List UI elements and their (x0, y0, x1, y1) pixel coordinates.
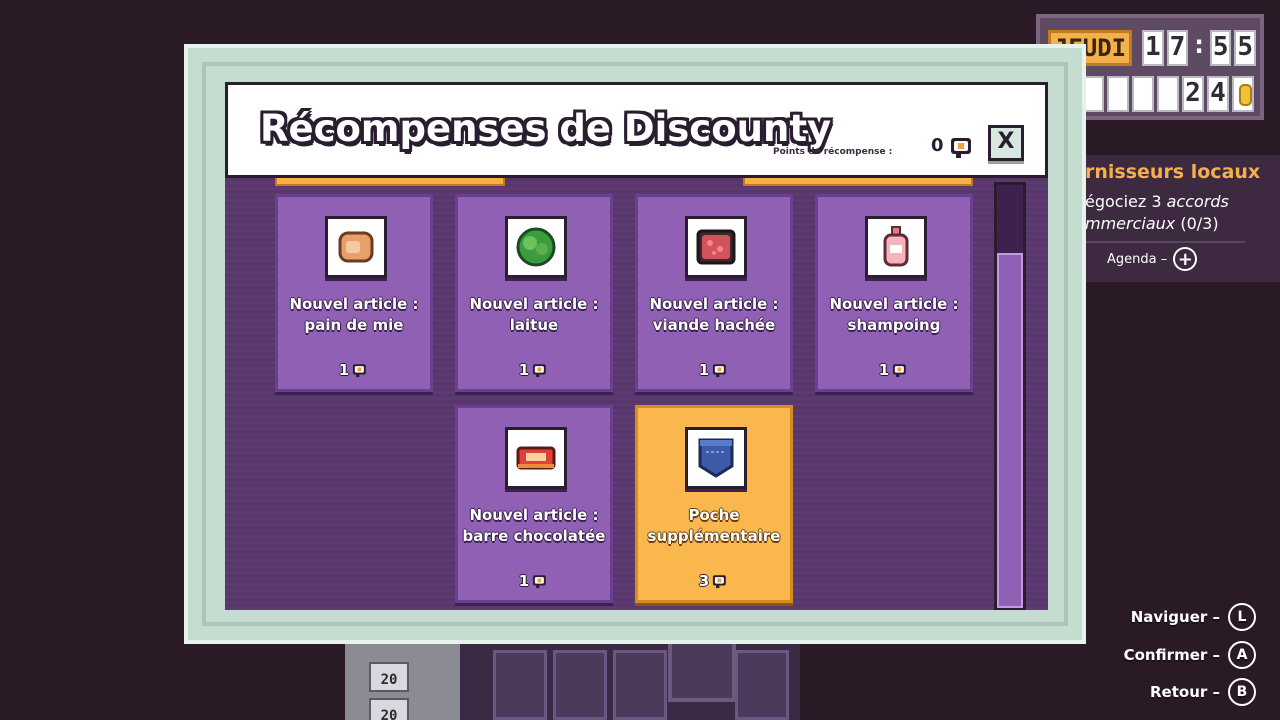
reward-card[interactable]: Nouvel article : viande hachée 1 (635, 194, 793, 392)
reward-point-icon (951, 138, 971, 158)
control-hint-confirm: Confirmer – A (1124, 641, 1256, 669)
reward-point-icon (713, 575, 727, 589)
lettuce-icon (505, 216, 567, 278)
reward-cost: 1 (278, 361, 430, 379)
quest-text-italic: accords (1166, 192, 1229, 211)
reward-card[interactable]: Nouvel article : barre chocolatée 1 (455, 405, 613, 603)
close-button[interactable]: X (988, 125, 1024, 161)
shelf-slot (493, 650, 547, 720)
chocolate-bar-icon (505, 427, 567, 489)
background-fridge: 20 20 (345, 640, 460, 720)
time-separator: : (1191, 30, 1207, 60)
quest-panel: rnisseurs locaux égociez 3 accords mmerc… (1085, 155, 1280, 282)
minced-meat-icon (685, 216, 747, 278)
control-label: Confirmer – (1123, 646, 1220, 664)
partial-card (743, 178, 973, 186)
shelf-slot (553, 650, 607, 720)
money-display: 2 4 (1082, 76, 1256, 112)
pocket-icon (685, 427, 747, 489)
reward-name: Nouvel article : pain de mie (289, 295, 419, 334)
shampoo-icon (865, 216, 927, 278)
coin-icon (1232, 76, 1254, 112)
reward-card[interactable]: Nouvel article : pain de mie 1 (275, 194, 433, 392)
points-value: 0 (931, 135, 944, 156)
reward-name: Nouvel article : barre chocolatée (462, 506, 606, 545)
reward-name: Nouvel article : laitue (469, 295, 599, 334)
shelf-price-tag: 20 (369, 662, 409, 692)
reward-cost: 3 (638, 572, 790, 590)
quest-text: égociez 3 (1085, 192, 1167, 211)
scrollbar-thumb[interactable] (997, 253, 1023, 608)
money-digit: 4 (1207, 76, 1229, 112)
reward-point-icon (533, 575, 547, 589)
shelf-price-tag: 20 (369, 698, 409, 720)
rewards-dialog: Récompenses de Discounty Points de récom… (184, 44, 1086, 644)
agenda-label: Agenda – (1107, 251, 1168, 267)
time-digit: 5 (1209, 30, 1232, 66)
time-digit: 7 (1166, 30, 1189, 66)
points-label: Points de récompense : (773, 147, 893, 157)
quest-description: égociez 3 accords mmerciaux (0/3) (1085, 191, 1229, 235)
reward-card[interactable]: Nouvel article : laitue 1 (455, 194, 613, 392)
shelf-slot (613, 650, 667, 720)
control-label: Naviguer – (1130, 608, 1220, 626)
reward-point-icon (893, 364, 907, 378)
quest-progress: (0/3) (1175, 214, 1219, 233)
shelf-slot (735, 650, 789, 720)
reward-cost: 1 (458, 572, 610, 590)
a-button-icon: A (1228, 641, 1256, 669)
reward-name: Nouvel article : viande hachée (649, 295, 779, 334)
dialog-header: Récompenses de Discounty Points de récom… (225, 82, 1048, 178)
quest-text-italic: mmerciaux (1085, 214, 1176, 233)
reward-name: Nouvel article : shampoing (829, 295, 959, 334)
divider (1085, 241, 1245, 243)
money-digit (1132, 76, 1154, 112)
dialog-title: Récompenses de Discounty (260, 107, 832, 150)
partial-card (275, 178, 505, 186)
reward-card[interactable]: Nouvel article : shampoing 1 (815, 194, 973, 392)
quest-title: rnisseurs locaux (1085, 161, 1261, 183)
control-hint-back: Retour – B (1150, 678, 1256, 706)
time-digit: 5 (1234, 30, 1257, 66)
b-button-icon: B (1228, 678, 1256, 706)
scrollbar-track[interactable] (994, 182, 1026, 610)
time-display: 1 7 : 5 5 (1142, 30, 1257, 66)
rewards-grid: Nouvel article : pain de mie 1 Nouvel art… (225, 178, 1048, 610)
reward-point-icon (533, 364, 547, 378)
bread-icon (325, 216, 387, 278)
reward-name: Poche supplémentaire (647, 506, 781, 545)
left-stick-icon: L (1228, 603, 1256, 631)
agenda-hint[interactable]: Agenda – + (1107, 247, 1198, 271)
money-digit (1107, 76, 1129, 112)
control-hint-navigate: Naviguer – L (1131, 603, 1256, 631)
money-digit: 2 (1182, 76, 1204, 112)
plus-button-icon[interactable]: + (1173, 247, 1198, 271)
reward-cost: 1 (638, 361, 790, 379)
control-label: Retour – (1150, 683, 1220, 701)
reward-cost: 1 (458, 361, 610, 379)
reward-point-icon (353, 364, 367, 378)
reward-point-icon (713, 364, 727, 378)
time-digit: 1 (1142, 30, 1164, 66)
reward-cost: 1 (818, 361, 970, 379)
money-digit (1157, 76, 1179, 112)
reward-card-selected[interactable]: Poche supplémentaire 3 (635, 405, 793, 603)
